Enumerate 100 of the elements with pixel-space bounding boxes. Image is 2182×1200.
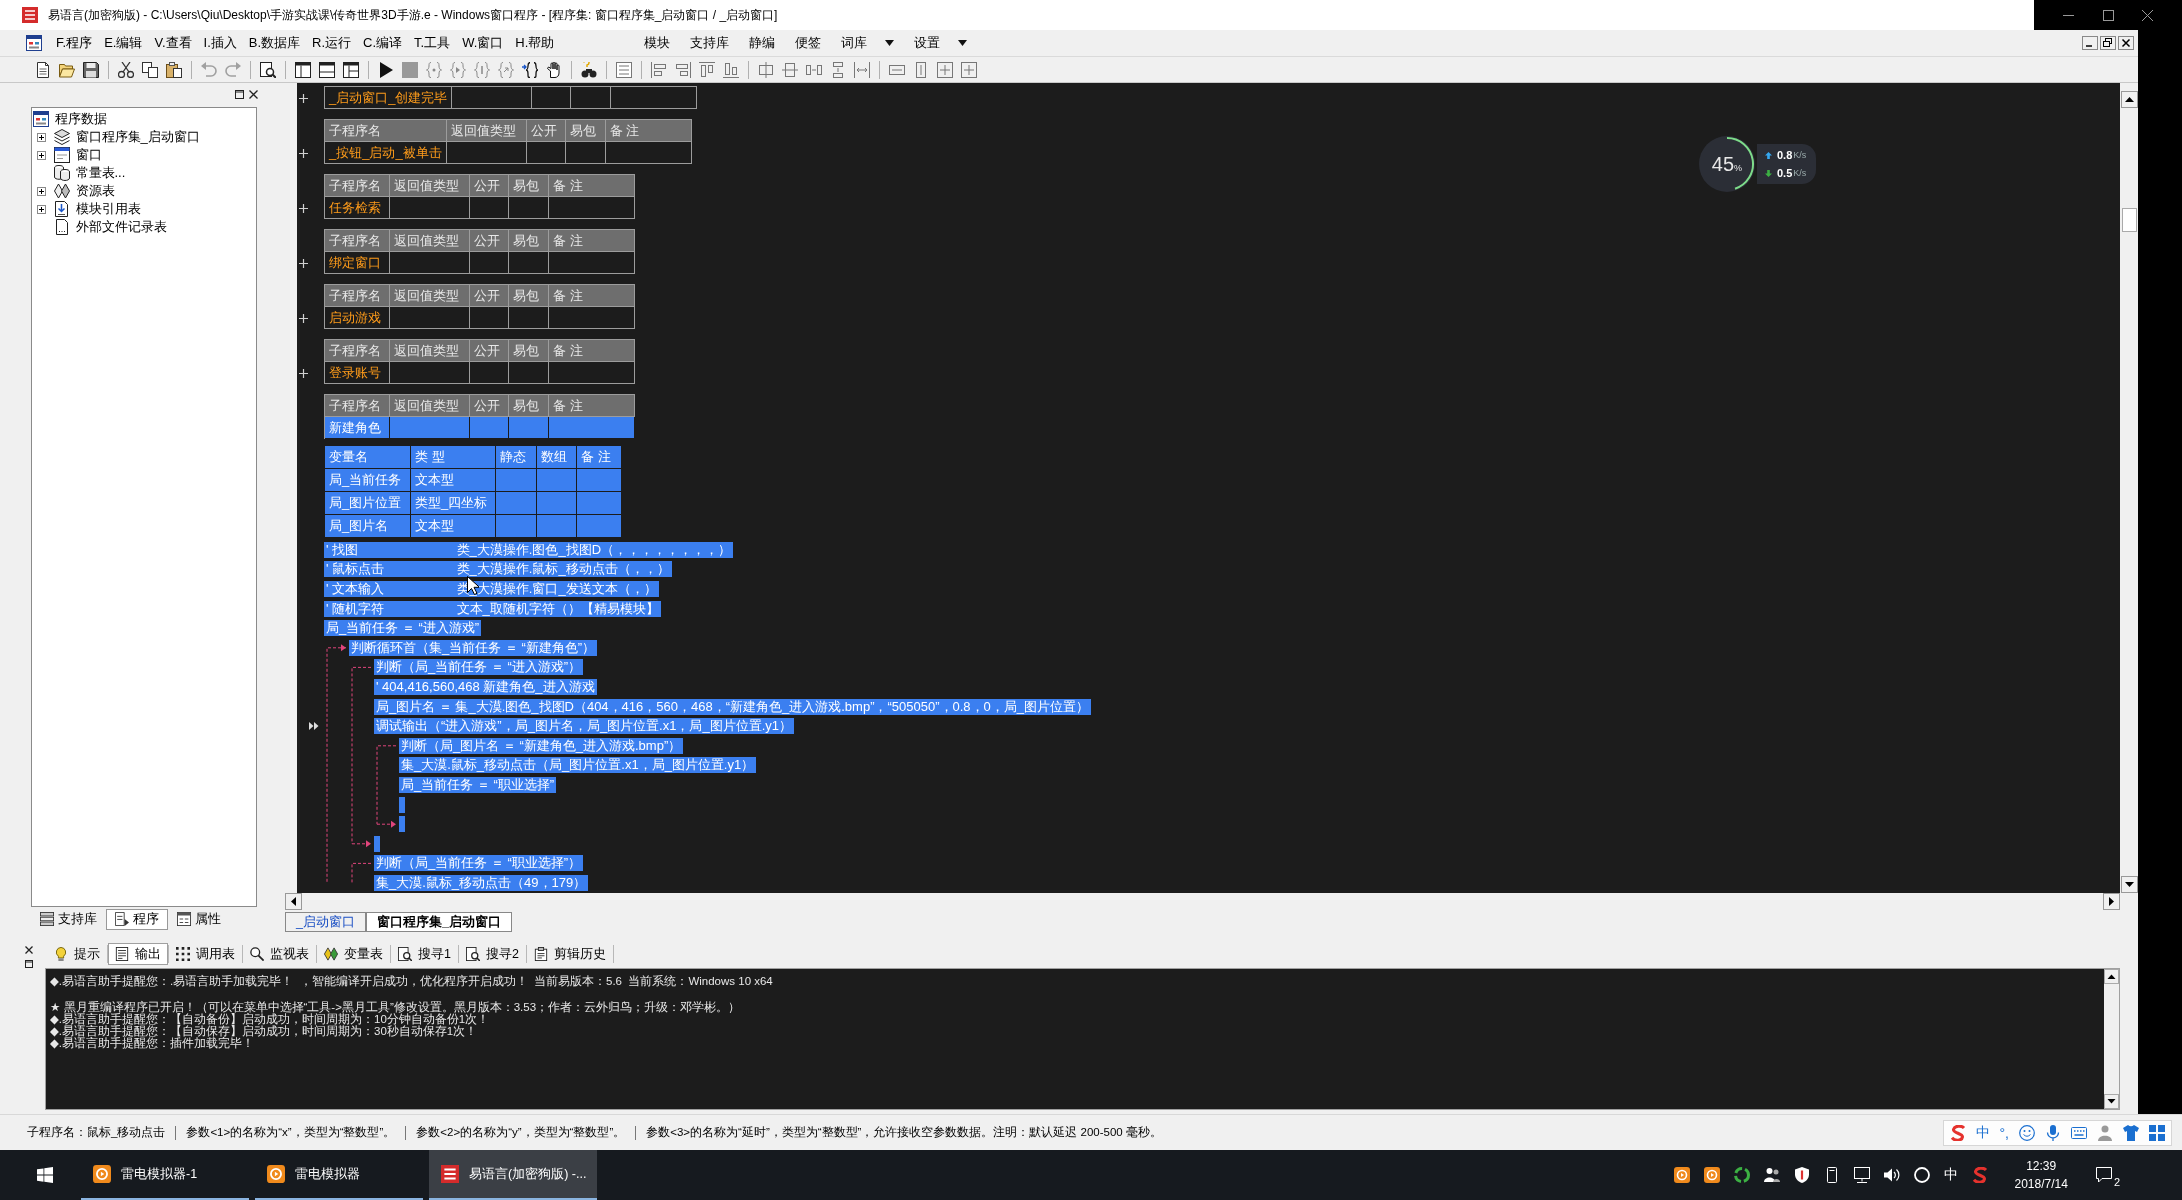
table-cell[interactable]: 局_当前任务 (325, 469, 411, 492)
scissors-icon[interactable] (118, 61, 134, 78)
plus-box-icon[interactable] (36, 204, 46, 214)
smiley-icon[interactable] (2019, 1124, 2035, 1141)
table-cell[interactable]: 绑定窗口 (325, 252, 390, 274)
plus-icon[interactable] (299, 314, 308, 323)
plus-box-icon[interactable] (36, 150, 46, 160)
tree-item[interactable]: 窗口 (33, 146, 102, 164)
copy-icon[interactable] (142, 61, 158, 78)
minimize-icon[interactable] (2062, 14, 2074, 16)
menu-item[interactable]: H.帮助 (509, 33, 561, 53)
clock-time[interactable]: 12:39 (2026, 1157, 2057, 1175)
person-icon[interactable] (2097, 1124, 2113, 1141)
paste-icon[interactable] (166, 61, 182, 78)
align-bottom-icon[interactable] (723, 61, 739, 78)
microphone-icon[interactable] (2045, 1124, 2061, 1141)
windows-logo-icon[interactable] (37, 1167, 53, 1183)
taskbar-button[interactable]: 雷电模拟器 (255, 1150, 423, 1200)
align-top-icon[interactable] (699, 61, 715, 78)
shirt-icon[interactable] (2123, 1124, 2139, 1141)
menu-item[interactable]: 静编 (739, 33, 786, 53)
plus-icon[interactable] (299, 259, 308, 268)
maximize-icon[interactable] (2102, 9, 2114, 21)
output-tab[interactable]: 搜寻2 (458, 943, 526, 965)
menu-item[interactable]: 便签 (785, 33, 832, 53)
usage-meter[interactable] (1699, 136, 1755, 192)
plus-icon[interactable] (299, 94, 308, 103)
tree-item[interactable]: 窗口程序集_启动窗口 (33, 128, 200, 146)
menu-item[interactable]: T.工具 (408, 33, 457, 53)
align-left-icon[interactable] (651, 61, 667, 78)
taskbar-button[interactable]: 易语言(加密狗版) -... (429, 1150, 597, 1200)
horizontal-scrollbar[interactable] (285, 893, 2120, 910)
play-tile-icon[interactable] (1704, 1167, 1721, 1183)
menu-item[interactable]: R.运行 (306, 33, 358, 53)
output-tab[interactable]: 提示 (47, 943, 107, 965)
output-tab[interactable]: 搜寻1 (391, 943, 458, 965)
lines-box-icon[interactable] (616, 61, 632, 78)
scroll-right-icon[interactable] (2103, 893, 2120, 910)
panel-layout-icon[interactable] (343, 61, 359, 78)
align-right-icon[interactable] (675, 61, 691, 78)
document-tab[interactable]: 窗口程序集_启动窗口 (365, 912, 512, 932)
plus-box-icon[interactable] (36, 132, 46, 142)
grid-icon[interactable] (2149, 1124, 2165, 1141)
document-tab[interactable]: _启动窗口 (285, 912, 366, 932)
tree-item[interactable]: 外部文件记录表 (33, 218, 167, 236)
table-cell[interactable]: 局_图片名 (325, 515, 411, 538)
ime-label[interactable]: °, (1999, 1124, 2009, 1141)
center-horizontal-icon[interactable] (758, 61, 774, 78)
swirl-icon[interactable] (1972, 1167, 1989, 1183)
scroll-left-icon[interactable] (285, 893, 302, 910)
panel-tab[interactable]: 支持库 (31, 908, 106, 930)
menu-item[interactable]: 支持库 (680, 33, 740, 53)
panel-layout-icon[interactable] (295, 61, 311, 78)
scroll-down-icon[interactable] (2120, 876, 2138, 893)
code-comment[interactable]: ' 找图 类_大漠操作.图色_找图D（，，，，，，，，） (324, 541, 734, 558)
swirl-icon[interactable] (1949, 1124, 1966, 1141)
people-icon[interactable] (1764, 1167, 1781, 1183)
code-comment[interactable]: ' 404,416,560,468 新建角色_进入游戏 (374, 678, 597, 695)
menu-item[interactable]: 设置 (904, 33, 978, 53)
output-tab[interactable]: 剪辑历史 (526, 943, 613, 965)
same-width-icon[interactable] (854, 61, 870, 78)
braces-icon[interactable] (426, 61, 442, 78)
new-file-icon[interactable] (35, 61, 51, 78)
monitor-icon[interactable] (1854, 1167, 1871, 1183)
table-cell[interactable]: 局_图片位置 (325, 492, 411, 515)
speaker-icon[interactable] (1884, 1167, 1901, 1183)
plus-icon[interactable] (299, 369, 308, 378)
minimize-icon[interactable] (2082, 36, 2098, 50)
scrollbar-thumb[interactable] (2121, 208, 2137, 232)
scroll-up-icon[interactable] (2104, 969, 2119, 984)
menu-item[interactable]: V.查看 (148, 33, 198, 53)
play-tile-icon[interactable] (1674, 1167, 1691, 1183)
close-icon[interactable] (249, 89, 258, 99)
circle-icon[interactable] (1914, 1167, 1931, 1183)
tree-item[interactable]: 程序数据 (33, 110, 107, 128)
close-icon[interactable] (24, 946, 33, 954)
braces-icon[interactable] (474, 61, 490, 78)
plus-icon[interactable] (299, 204, 308, 213)
scroll-up-icon[interactable] (2120, 91, 2138, 108)
plus-box-icon[interactable] (36, 186, 46, 196)
tree-item[interactable]: 常量表... (33, 164, 126, 182)
restore-icon[interactable] (24, 960, 33, 968)
window-grid-icon[interactable] (26, 35, 42, 51)
output-tab[interactable]: 监视表 (243, 943, 316, 965)
close-icon[interactable] (2118, 36, 2134, 50)
output-tab[interactable]: 调用表 (169, 943, 242, 965)
table-cell[interactable]: _按钮_启动_被单击 (325, 142, 447, 164)
braces-icon[interactable] (450, 61, 466, 78)
menu-item[interactable]: 模块 (634, 33, 681, 53)
close-icon[interactable] (2142, 9, 2154, 21)
menu-item[interactable]: F.程序 (50, 33, 99, 53)
input-method-indicator[interactable]: 中 (1944, 1166, 1959, 1184)
search-icon[interactable] (260, 61, 276, 78)
menu-item[interactable]: C.编译 (357, 33, 409, 53)
height-icon[interactable] (913, 61, 929, 78)
code-comment[interactable]: ' 鼠标点击 类_大漠操作.鼠标_移动点击（，，） (324, 561, 672, 578)
table-cell[interactable]: 登录账号 (325, 362, 390, 384)
clock-date[interactable]: 2018/7/14 (2014, 1175, 2068, 1193)
keyboard-icon[interactable] (2071, 1124, 2087, 1141)
menu-item[interactable]: E.编辑 (98, 33, 149, 53)
